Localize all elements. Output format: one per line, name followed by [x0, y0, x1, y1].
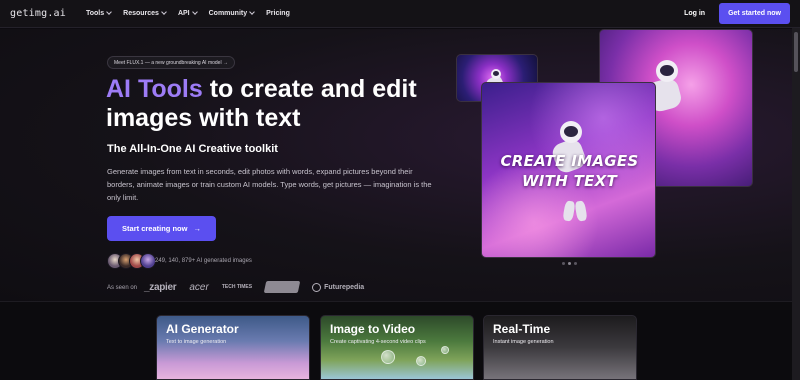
- seen-on-label: As seen on: [107, 285, 138, 291]
- carousel-dots: [562, 262, 577, 265]
- press-logo-badge: [263, 281, 301, 293]
- carousel-dot[interactable]: [574, 262, 577, 265]
- nav-actions: Log in Get started now: [684, 3, 790, 24]
- user-avatars: [107, 253, 156, 269]
- hero-description: Generate images from text in seconds, ed…: [107, 167, 432, 202]
- top-nav: getimg.ai Tools Resources API Community …: [0, 0, 800, 28]
- start-creating-button[interactable]: Start creating now →: [107, 216, 216, 241]
- logo[interactable]: getimg.ai: [10, 8, 66, 19]
- nav-item-label: Pricing: [266, 10, 290, 17]
- chevron-down-icon: [161, 9, 167, 15]
- nav-item-resources[interactable]: Resources: [123, 9, 167, 17]
- nav-item-api[interactable]: API: [177, 9, 198, 17]
- nav-item-tools[interactable]: Tools: [86, 9, 112, 17]
- feature-card-ai-generator[interactable]: AI Generator Text to image generation: [156, 315, 310, 380]
- feature-title: AI Generator: [166, 322, 239, 336]
- feature-subtitle: Text to image generation: [166, 339, 227, 345]
- carousel-dot[interactable]: [568, 262, 571, 265]
- get-started-button[interactable]: Get started now: [719, 3, 790, 24]
- nav-item-label: Resources: [123, 10, 159, 17]
- carousel-dot[interactable]: [562, 262, 565, 265]
- techtimes-logo: TECH TIMES: [221, 283, 253, 290]
- chevron-down-icon: [106, 9, 112, 15]
- login-link[interactable]: Log in: [684, 10, 705, 17]
- acer-logo: acer: [189, 281, 209, 293]
- bubble-decoration: [416, 356, 426, 366]
- bubble-decoration: [441, 346, 449, 354]
- title-accent: AI Tools: [106, 75, 203, 103]
- futurepedia-icon: [312, 282, 322, 292]
- press-logos: _zapier acer TECH TIMES Futurepedia: [144, 281, 364, 293]
- scrollbar-thumb[interactable]: [794, 32, 798, 72]
- nav-item-pricing[interactable]: Pricing: [266, 10, 290, 17]
- arrow-right-icon: →: [193, 224, 201, 233]
- page-title: AI Tools to create and edit images with …: [106, 75, 426, 133]
- feature-card-image-to-video[interactable]: Image to Video Create captivating 4-seco…: [320, 315, 474, 380]
- feature-subtitle: Create captivating 4-second video clips: [330, 339, 426, 345]
- avatar: [140, 253, 156, 269]
- start-creating-label: Start creating now: [122, 224, 188, 233]
- feature-title: Image to Video: [330, 322, 416, 336]
- futurepedia-logo: Futurepedia: [312, 282, 365, 292]
- chevron-down-icon: [249, 9, 255, 15]
- nav-item-label: Tools: [86, 10, 105, 17]
- feature-title: Real-Time: [493, 322, 551, 336]
- hero-subtitle: The All-In-One AI Creative toolkit: [107, 143, 278, 155]
- collage-headline: CREATE IMAGES WITH TEXT: [500, 152, 639, 190]
- showcase-image-main: CREATE IMAGES WITH TEXT: [481, 82, 656, 258]
- zapier-logo: _zapier: [144, 281, 177, 293]
- page-scrollbar[interactable]: [792, 28, 800, 380]
- generated-images-count: 249, 140, 879+ AI generated images: [155, 258, 252, 264]
- feature-subtitle: Instant image generation: [493, 339, 554, 345]
- chevron-down-icon: [191, 9, 198, 15]
- nav-item-label: Community: [208, 10, 248, 17]
- nav-item-label: API: [177, 10, 190, 17]
- futurepedia-label: Futurepedia: [324, 283, 365, 291]
- bubble-decoration: [381, 350, 395, 364]
- nav-item-community[interactable]: Community: [208, 9, 255, 17]
- announcement-badge[interactable]: Meet FLUX.1 — a new groundbreaking AI mo…: [107, 56, 235, 69]
- feature-card-real-time[interactable]: Real-Time Instant image generation: [483, 315, 637, 380]
